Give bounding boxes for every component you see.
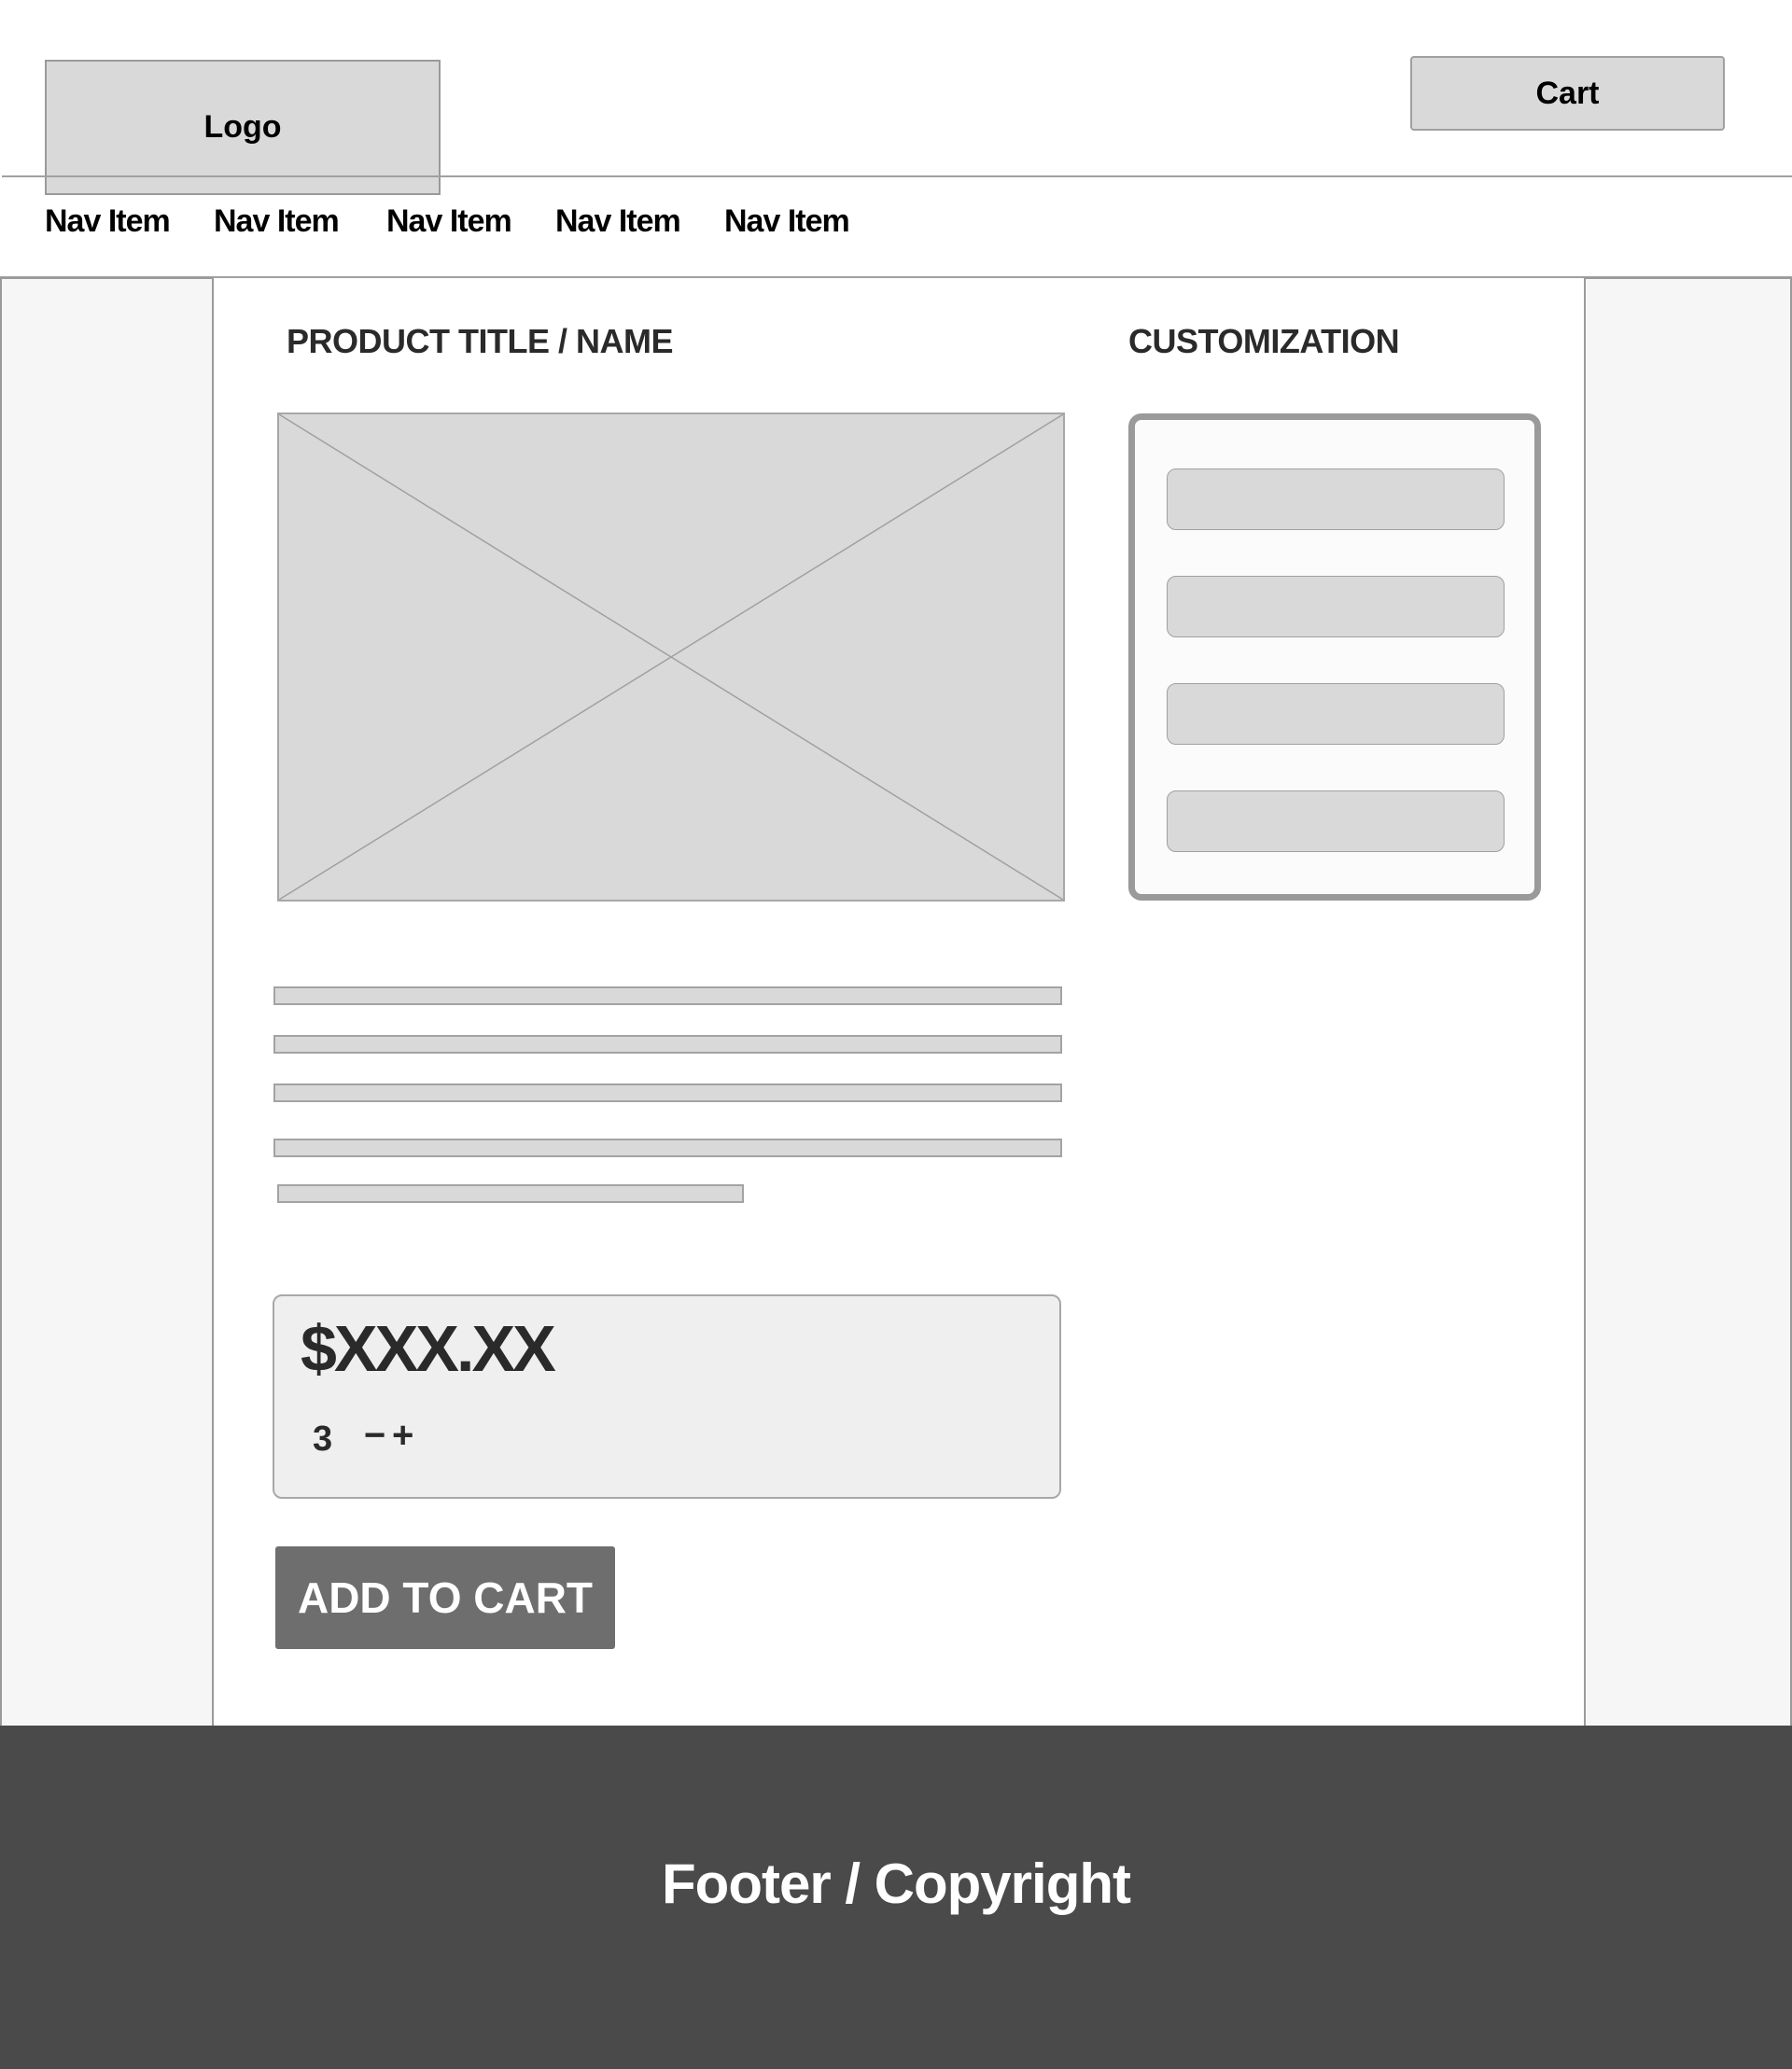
description-line bbox=[273, 986, 1062, 1005]
cart-button[interactable]: Cart bbox=[1410, 56, 1725, 131]
decrement-button[interactable]: − bbox=[364, 1415, 385, 1457]
image-placeholder-icon bbox=[279, 414, 1063, 900]
quantity-value[interactable]: 3 bbox=[313, 1419, 332, 1460]
logo-label: Logo bbox=[203, 109, 282, 145]
description-line bbox=[273, 1083, 1062, 1102]
nav-divider bbox=[0, 276, 1792, 278]
footer-text: Footer / Copyright bbox=[662, 1852, 1131, 1915]
customization-option-3[interactable] bbox=[1167, 683, 1505, 745]
add-to-cart-button[interactable]: ADD TO CART bbox=[275, 1546, 615, 1649]
nav-item-1[interactable]: Nav Item bbox=[45, 203, 171, 240]
description-line bbox=[277, 1184, 744, 1203]
nav-item-3[interactable]: Nav Item bbox=[386, 203, 512, 240]
nav-item-4[interactable]: Nav Item bbox=[724, 203, 850, 240]
cart-label: Cart bbox=[1535, 75, 1600, 111]
nav-item-4[interactable]: Nav Item bbox=[555, 203, 681, 240]
product-image bbox=[277, 412, 1065, 902]
left-gutter bbox=[0, 277, 214, 1726]
customization-option-4[interactable] bbox=[1167, 790, 1505, 852]
increment-button[interactable]: + bbox=[392, 1415, 413, 1457]
description-line bbox=[273, 1139, 1062, 1157]
customization-option-2[interactable] bbox=[1167, 576, 1505, 637]
customization-option-1[interactable] bbox=[1167, 468, 1505, 530]
footer: Footer / Copyright bbox=[0, 1726, 1792, 2069]
header-divider bbox=[2, 175, 1792, 177]
description-line bbox=[273, 1035, 1062, 1054]
add-to-cart-label: ADD TO CART bbox=[297, 1573, 594, 1622]
nav-item-2[interactable]: Nav Item bbox=[214, 203, 340, 240]
product-title: PRODUCT TITLE / NAME bbox=[287, 322, 673, 360]
price: $XXX.XX bbox=[301, 1312, 556, 1385]
customization-title: CUSTOMIZATION bbox=[1128, 322, 1400, 360]
right-gutter bbox=[1584, 277, 1792, 1726]
